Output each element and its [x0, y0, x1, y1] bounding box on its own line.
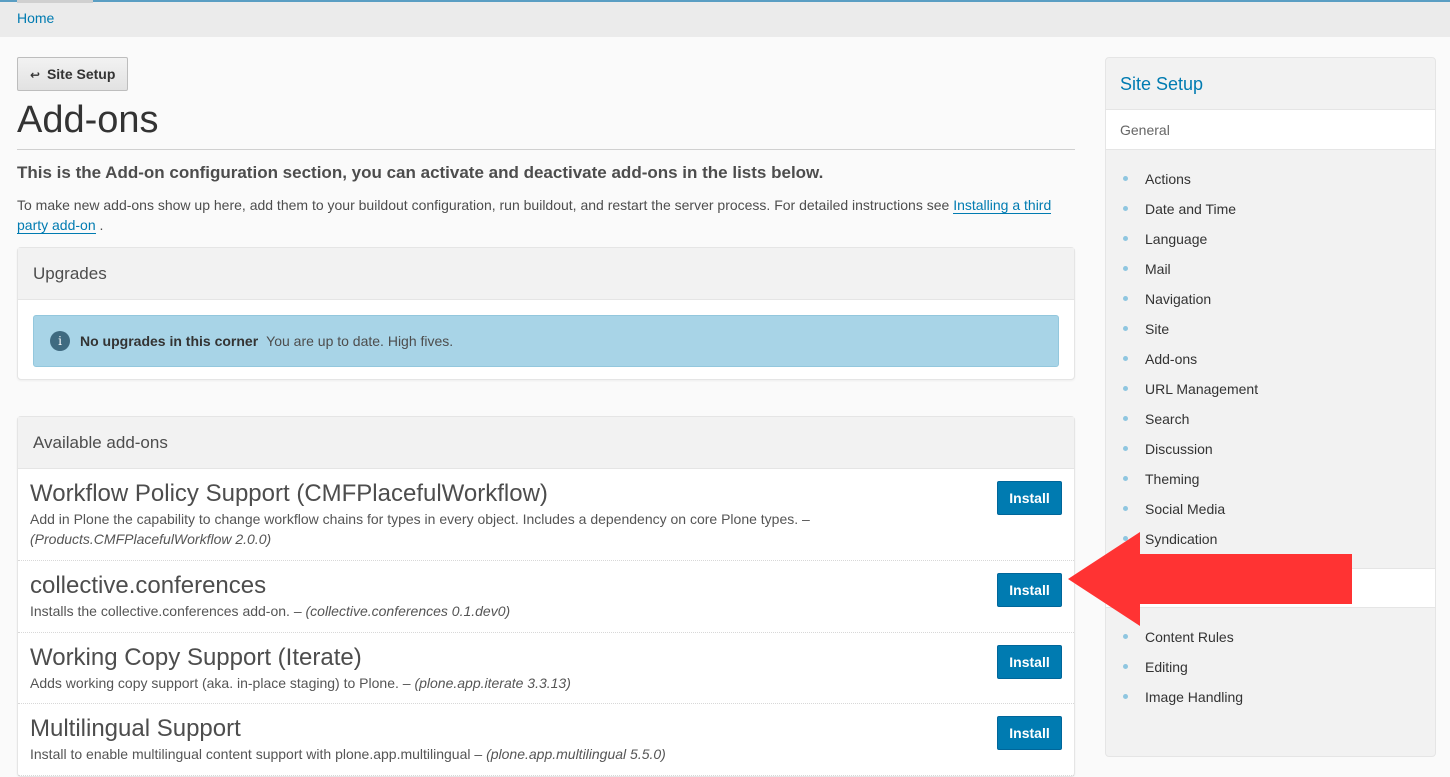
- addon-description: Install to enable multilingual content s…: [30, 744, 830, 764]
- addon-title: Workflow Policy Support (CMFPlacefulWork…: [30, 479, 548, 507]
- addon-package: (plone.app.iterate 3.3.13): [414, 674, 571, 691]
- sidebar-item-navigation[interactable]: Navigation: [1106, 284, 1435, 314]
- breadcrumb-bar: Home: [0, 0, 1450, 37]
- available-addons-panel: Available add-ons Workflow Policy Suppor…: [17, 415, 1075, 777]
- breadcrumb: Home: [17, 10, 54, 26]
- sidebar-heading[interactable]: Site Setup: [1106, 58, 1435, 110]
- no-upgrades-info-box: i No upgrades in this corner You are up …: [33, 314, 1059, 367]
- install-button[interactable]: Install: [997, 644, 1062, 679]
- upgrades-heading: Upgrades: [18, 247, 1074, 300]
- sidebar-item-social-media[interactable]: Social Media: [1106, 494, 1435, 524]
- install-button[interactable]: Install: [997, 715, 1062, 750]
- addon-description-text: Install to enable multilingual content s…: [30, 745, 483, 762]
- site-setup-back-label: Site Setup: [46, 66, 116, 82]
- upgrades-body: i No upgrades in this corner You are up …: [18, 300, 1074, 379]
- site-setup-back-button[interactable]: ↩ Site Setup: [17, 57, 129, 91]
- sidebar-item-search[interactable]: Search: [1106, 404, 1435, 434]
- sidebar-item-actions[interactable]: Actions: [1106, 164, 1435, 194]
- addon-row: Workflow Policy Support (CMFPlacefulWork…: [18, 469, 1074, 561]
- page-title: Add-ons: [17, 100, 1075, 150]
- addon-row: Multilingual Support Install to enable m…: [18, 704, 1074, 776]
- instructions-end: .: [95, 216, 104, 233]
- addon-description-text: Add in Plone the capability to change wo…: [30, 510, 810, 527]
- sidebar-general-list: Actions Date and Time Language Mail Navi…: [1106, 150, 1435, 568]
- addon-description: Installs the collective.conferences add-…: [30, 601, 830, 621]
- return-arrow-icon: ↩: [30, 68, 41, 82]
- addon-row: Working Copy Support (Iterate) Adds work…: [18, 633, 1074, 704]
- main-content: ↩ Site Setup Add-ons This is the Add-on …: [17, 57, 1075, 777]
- sidebar-item-url-management[interactable]: URL Management: [1106, 374, 1435, 404]
- sidebar-item-image-handling[interactable]: Image Handling: [1106, 682, 1435, 712]
- info-message: You are up to date. High fives.: [266, 332, 454, 349]
- upgrades-panel: Upgrades i No upgrades in this corner Yo…: [17, 246, 1075, 380]
- sidebar-item-language[interactable]: Language: [1106, 224, 1435, 254]
- addon-package: (collective.conferences 0.1.dev0): [305, 602, 511, 619]
- addon-title: Multilingual Support: [30, 714, 241, 742]
- addon-row: collective.conferences Installs the coll…: [18, 561, 1074, 633]
- breadcrumb-home-link[interactable]: Home: [17, 10, 54, 26]
- addon-description: Add in Plone the capability to change wo…: [30, 509, 830, 549]
- red-arrow-annotation-icon: [1068, 532, 1352, 626]
- sidebar-item-mail[interactable]: Mail: [1106, 254, 1435, 284]
- red-arrow-shape: [1068, 532, 1352, 626]
- page-lead: This is the Add-on configuration section…: [17, 162, 824, 182]
- info-icon: i: [50, 330, 70, 351]
- instructions-text: To make new add-ons show up here, add th…: [17, 195, 1057, 235]
- addon-description-text: Adds working copy support (aka. in-place…: [30, 674, 411, 691]
- info-title: No upgrades in this corner: [80, 332, 259, 349]
- sidebar-item-site[interactable]: Site: [1106, 314, 1435, 344]
- addon-description: Adds working copy support (aka. in-place…: [30, 673, 830, 693]
- addon-package: (plone.app.multilingual 5.5.0): [486, 745, 666, 762]
- site-setup-sidebar: Site Setup General Actions Date and Time…: [1105, 57, 1436, 757]
- sidebar-heading-label: Site Setup: [1120, 74, 1204, 94]
- install-button[interactable]: Install: [997, 480, 1062, 515]
- instructions-body: To make new add-ons show up here, add th…: [17, 196, 954, 213]
- install-button[interactable]: Install: [997, 572, 1062, 607]
- sidebar-item-add-ons[interactable]: Add-ons: [1106, 344, 1435, 374]
- sidebar-item-date-and-time[interactable]: Date and Time: [1106, 194, 1435, 224]
- sidebar-section-general: General: [1106, 110, 1435, 150]
- sidebar-item-editing[interactable]: Editing: [1106, 652, 1435, 682]
- toolbar-tab-marker: [17, 0, 93, 3]
- addon-description-text: Installs the collective.conferences add-…: [30, 602, 302, 619]
- sidebar-item-theming[interactable]: Theming: [1106, 464, 1435, 494]
- addon-title: collective.conferences: [30, 571, 267, 599]
- available-addons-heading: Available add-ons: [18, 416, 1074, 469]
- addon-package: (Products.CMFPlacefulWorkflow 2.0.0): [30, 530, 272, 547]
- addon-title: Working Copy Support (Iterate): [30, 643, 362, 671]
- sidebar-item-discussion[interactable]: Discussion: [1106, 434, 1435, 464]
